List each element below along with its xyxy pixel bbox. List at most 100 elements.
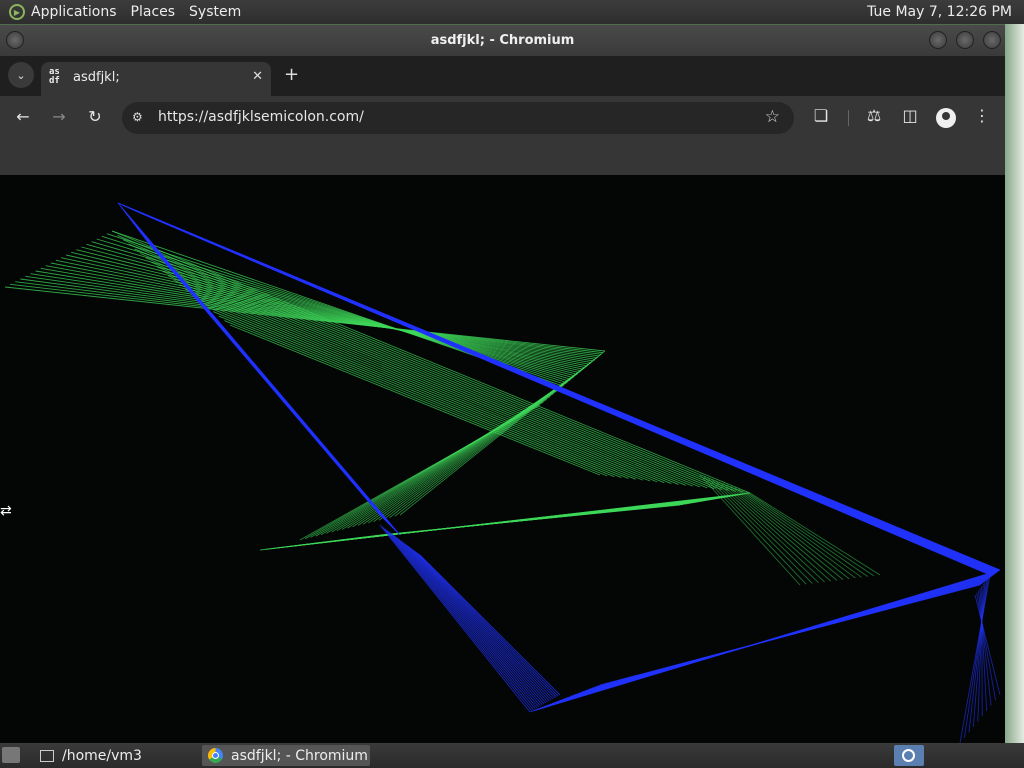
art-line [123, 239, 736, 492]
taskbar-item-chromium[interactable]: asdfjkl; - Chromium [202, 745, 370, 766]
taskbar-item-label: asdfjkl; - Chromium [231, 747, 368, 764]
site-favicon-icon: as df [49, 67, 60, 86]
art-line [156, 266, 694, 487]
url-text[interactable]: https://asdfjklsemicolon.com/ [158, 109, 364, 125]
art-line [184, 288, 658, 483]
art-line [398, 538, 545, 705]
new-tab-button[interactable]: + [284, 64, 299, 85]
art-line [55, 259, 584, 368]
menu-applications[interactable]: Applications [31, 4, 117, 20]
art-line [91, 241, 569, 379]
art-line [386, 530, 536, 710]
clock[interactable]: Tue May 7, 12:26 PM [867, 4, 1012, 20]
kebab-icon[interactable]: ⋮ [971, 106, 993, 125]
bottom-panel: /home/vm3 asdfjkl; - Chromium [0, 743, 1024, 768]
art-line [66, 254, 580, 371]
art-line [10, 283, 603, 354]
arrow-right-icon: → [52, 107, 66, 126]
art-line [391, 533, 540, 708]
art-line [738, 488, 862, 578]
top-panel: ▶ Applications Places System Tue May 7, … [0, 0, 1024, 24]
distro-logo-icon[interactable]: ▶ [9, 4, 25, 20]
art-line [405, 544, 550, 702]
address-bar[interactable]: ⚙ https://asdfjklsemicolon.com/ ☆ [122, 102, 794, 134]
art-line [981, 586, 983, 717]
workspace-switcher[interactable] [894, 745, 924, 766]
art-line [144, 214, 991, 576]
art-line [400, 540, 547, 704]
browser-window: asdfjkl; - Chromium ⌄ as df asdfjkl; ✕ + … [0, 25, 1005, 743]
arrow-left-icon: ← [16, 107, 30, 126]
minimize-button[interactable] [929, 31, 947, 49]
art-line [179, 284, 665, 484]
show-desktop-button[interactable] [2, 747, 20, 763]
art-line [168, 275, 679, 485]
art-line [410, 547, 554, 700]
menu-system[interactable]: System [189, 4, 241, 20]
art-line [384, 528, 534, 711]
back-button[interactable]: ← [11, 107, 35, 126]
art-line [393, 535, 541, 707]
maximize-button[interactable] [956, 31, 974, 49]
window-titlebar[interactable]: asdfjkl; - Chromium [0, 25, 1005, 56]
forward-button[interactable]: → [47, 107, 71, 126]
art-line [40, 267, 591, 363]
toolbar: ← → ↻ ⚙ https://asdfjklsemicolon.com/ ☆ … [0, 96, 1005, 140]
reload-icon: ↻ [88, 107, 102, 126]
taskbar-item-label: /home/vm3 [62, 747, 142, 764]
art-line [699, 474, 801, 586]
page-canvas[interactable] [0, 175, 1005, 743]
art-line [414, 551, 557, 698]
art-line [419, 554, 561, 696]
art-line [382, 526, 533, 712]
window-title: asdfjkl; - Chromium [430, 33, 575, 48]
art-line [139, 252, 715, 490]
art-line [417, 552, 559, 697]
line-art-canvas [4, 202, 1001, 743]
taskbar-item-terminal[interactable]: /home/vm3 [34, 745, 198, 766]
close-icon[interactable]: ✕ [252, 69, 263, 84]
art-line [749, 492, 881, 576]
art-line [134, 248, 722, 490]
resize-cursor-icon: ⇄ [0, 503, 12, 519]
art-line [403, 542, 548, 703]
puzzle-icon[interactable]: ❏ [810, 106, 832, 125]
art-line [117, 235, 744, 493]
reload-button[interactable]: ↻ [83, 107, 107, 126]
art-line [412, 549, 556, 699]
art-line [389, 531, 538, 709]
art-line [379, 504, 681, 536]
art-line [218, 315, 615, 478]
art-line [151, 261, 701, 488]
art-line [173, 279, 672, 484]
tab-strip: ⌄ as df asdfjkl; ✕ + [0, 56, 1005, 96]
plus-icon: + [284, 64, 300, 85]
tab-title: asdfjkl; [73, 70, 120, 85]
bookmark-bar [0, 140, 1005, 175]
art-line [396, 537, 543, 706]
chromium-icon [208, 748, 223, 763]
tab-search-button[interactable]: ⌄ [8, 62, 34, 88]
flask-icon[interactable]: ⚖ [863, 106, 885, 125]
art-line [977, 590, 992, 706]
profile-icon[interactable] [936, 108, 956, 128]
tab-active[interactable]: as df asdfjkl; ✕ [41, 62, 271, 96]
side-panel-icon[interactable]: ◫ [899, 106, 921, 125]
close-window-button[interactable] [983, 31, 1001, 49]
art-line [407, 545, 552, 701]
art-line [599, 584, 981, 686]
toolbar-divider [848, 110, 849, 126]
menu-places[interactable]: Places [131, 4, 176, 20]
art-line [379, 524, 531, 713]
desktop-background [1005, 24, 1024, 744]
tune-icon[interactable]: ⚙ [132, 110, 143, 124]
star-icon[interactable]: ☆ [765, 107, 780, 127]
art-line [162, 270, 686, 486]
art-line [111, 230, 751, 494]
art-line [86, 243, 571, 378]
art-line [703, 476, 807, 585]
art-line [128, 244, 729, 491]
art-line [212, 311, 622, 478]
art-line [60, 257, 582, 370]
chevron-down-icon: ⌄ [16, 68, 26, 82]
